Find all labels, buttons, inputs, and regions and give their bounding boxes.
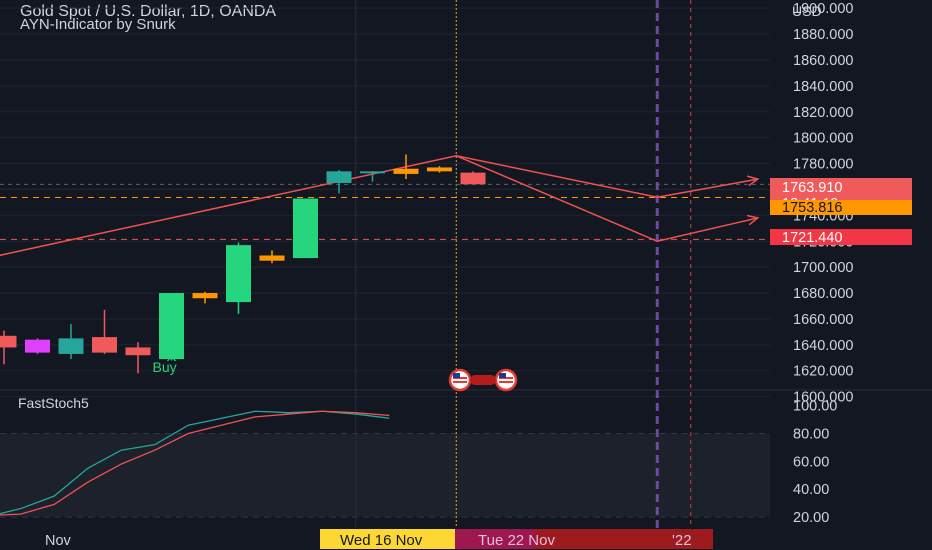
candle[interactable] (293, 198, 318, 259)
candle-body (0, 335, 17, 348)
price-tick-label: 1860.000 (793, 53, 853, 69)
candle-body (326, 171, 352, 183)
future-date-year: '22 (672, 532, 692, 549)
candle[interactable] (92, 309, 117, 354)
projection-line (455, 155, 758, 243)
price-tick-label: 1800.000 (793, 131, 853, 147)
month-tick: Nov (45, 533, 72, 549)
red-level-value: 1721.440 (782, 230, 842, 246)
candle-body (58, 338, 84, 354)
us-flag-icon[interactable] (448, 368, 472, 392)
price-tick-label: 1640.000 (793, 338, 853, 354)
price-tick-label: 1620.000 (793, 364, 853, 380)
candle-body (92, 337, 117, 353)
price-tick-label: 1880.000 (793, 27, 853, 43)
candle-body (125, 347, 151, 356)
orange-level-value: 1753.816 (782, 200, 842, 216)
price-levels (0, 183, 770, 240)
candle-body (259, 255, 285, 261)
candle[interactable] (125, 342, 151, 374)
price-tick-label: 1820.000 (793, 105, 853, 121)
stoch-tick-label: 80.00 (793, 427, 829, 443)
candle[interactable] (0, 330, 17, 365)
candle-body (226, 245, 251, 303)
us-flag-icon[interactable] (494, 368, 518, 392)
stoch-tick-label: 20.00 (793, 510, 829, 526)
future-date: Tue 22 Nov (478, 532, 555, 549)
candle-body (25, 339, 50, 353)
last-price: 1763.910 (782, 180, 842, 196)
candle[interactable] (25, 338, 50, 354)
stoch-tick-label: 100.00 (793, 399, 837, 415)
price-tick-label: 1680.000 (793, 286, 853, 302)
candle-body (293, 198, 318, 259)
candle[interactable] (427, 166, 452, 173)
highlight-date: Wed 16 Nov (340, 532, 423, 549)
candle[interactable] (192, 291, 218, 304)
stoch-overbought-band (0, 433, 770, 517)
buy-signal-label: Buy (153, 359, 177, 375)
event-connector (470, 375, 496, 385)
projection-line (0, 155, 758, 257)
candle[interactable] (393, 154, 419, 180)
price-tick-label: 1840.000 (793, 79, 853, 95)
candle-body (360, 171, 385, 174)
stoch-axis[interactable]: 20.00 40.00 60.00 80.00 100.00 (793, 399, 837, 526)
price-tick-label: 1780.000 (793, 157, 853, 173)
price-tick-label: 1660.000 (793, 312, 853, 328)
projection-lines (0, 155, 760, 257)
candle-body (393, 168, 419, 174)
price-chart[interactable]: X Buy Nov Wed 16 Nov Tue 22 Nov '22 1600… (0, 0, 932, 550)
candle[interactable] (460, 171, 486, 185)
stoch-tick-label: 60.00 (793, 454, 829, 470)
candle[interactable] (259, 250, 285, 264)
price-tick-label: 1700.000 (793, 260, 853, 276)
price-tick-label: 1900.000 (793, 1, 853, 17)
candles[interactable] (0, 154, 486, 374)
candle-body (460, 172, 486, 185)
candle-body (427, 167, 452, 172)
candle[interactable] (58, 324, 84, 360)
candle-body (192, 293, 218, 299)
stoch-tick-label: 40.00 (793, 482, 829, 498)
candle[interactable] (226, 242, 251, 314)
